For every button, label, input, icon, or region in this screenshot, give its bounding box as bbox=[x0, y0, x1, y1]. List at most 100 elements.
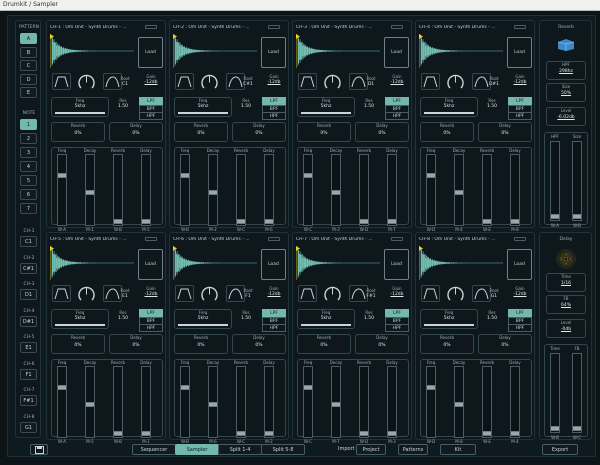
filter-hpf-button[interactable]: HPF bbox=[508, 324, 532, 332]
fader[interactable] bbox=[550, 141, 560, 221]
note-button-3[interactable]: 3 bbox=[20, 147, 37, 158]
channel-note-button[interactable]: D1 bbox=[20, 289, 37, 300]
fader[interactable] bbox=[550, 353, 560, 433]
fader-delay[interactable] bbox=[387, 154, 397, 226]
fader-handle[interactable] bbox=[181, 384, 189, 390]
pattern-button-c[interactable]: C bbox=[20, 60, 37, 71]
fader-decay[interactable] bbox=[454, 366, 464, 438]
channel-note-button[interactable]: E1 bbox=[20, 342, 37, 353]
load-sample-button[interactable]: Load bbox=[261, 37, 286, 68]
fader-handle[interactable] bbox=[483, 431, 491, 436]
envelope-knob[interactable] bbox=[323, 285, 342, 304]
fader-freq[interactable] bbox=[303, 154, 313, 226]
fader-delay[interactable] bbox=[141, 366, 151, 438]
fader-decay[interactable] bbox=[208, 154, 218, 226]
fader-delay[interactable] bbox=[264, 366, 274, 438]
fader-handle[interactable] bbox=[483, 219, 491, 224]
fader-handle[interactable] bbox=[360, 431, 368, 436]
fader-freq[interactable] bbox=[426, 154, 436, 226]
pattern-button-e[interactable]: E bbox=[20, 87, 37, 98]
fader-delay[interactable] bbox=[141, 154, 151, 226]
channel-note-button[interactable]: G1 bbox=[20, 421, 37, 433]
fader-decay[interactable] bbox=[85, 366, 95, 438]
pattern-button-b[interactable]: B bbox=[20, 46, 37, 58]
fader-handle[interactable] bbox=[573, 214, 581, 219]
import-patterns-button[interactable]: Patterns bbox=[398, 444, 428, 455]
filter-hpf-button[interactable]: HPF bbox=[262, 324, 286, 332]
fader-freq[interactable] bbox=[180, 366, 190, 438]
envelope-knob[interactable] bbox=[77, 285, 96, 304]
fader-handle[interactable] bbox=[265, 219, 273, 224]
gain-value[interactable]: -12db bbox=[260, 80, 288, 85]
fader-reverb[interactable] bbox=[359, 154, 369, 226]
import-kit-button[interactable]: Kit bbox=[440, 444, 476, 455]
fader-decay[interactable] bbox=[331, 366, 341, 438]
filter-hpf-button[interactable]: HPF bbox=[262, 112, 286, 120]
envelope-shape-a[interactable] bbox=[52, 285, 71, 302]
waveform-display[interactable] bbox=[296, 34, 381, 68]
note-button-7[interactable]: 7 bbox=[20, 203, 37, 214]
envelope-knob[interactable] bbox=[446, 285, 465, 304]
fader-handle[interactable] bbox=[86, 402, 94, 408]
fader-handle[interactable] bbox=[58, 384, 66, 390]
size-value[interactable]: 50% bbox=[552, 91, 580, 96]
filter-hpf-button[interactable]: HPF bbox=[139, 112, 163, 120]
res-value[interactable]: 1.50 bbox=[109, 104, 137, 109]
freq-slider[interactable] bbox=[178, 324, 228, 326]
pattern-button-d[interactable]: D bbox=[20, 73, 37, 85]
fader[interactable] bbox=[572, 353, 582, 433]
root-value[interactable]: G1 bbox=[480, 294, 508, 299]
tab-sequencer[interactable]: Sequencer bbox=[132, 444, 176, 455]
load-sample-button[interactable]: Load bbox=[138, 249, 163, 280]
fader-handle[interactable] bbox=[511, 219, 519, 224]
waveform-display[interactable] bbox=[173, 34, 258, 68]
channel-note-button[interactable]: F#1 bbox=[20, 395, 37, 406]
fader-handle[interactable] bbox=[360, 219, 368, 224]
root-value[interactable]: D1 bbox=[357, 82, 385, 87]
root-value[interactable]: C#1 bbox=[234, 82, 262, 87]
fader-reverb[interactable] bbox=[236, 366, 246, 438]
fader-handle[interactable] bbox=[237, 219, 245, 224]
res-value[interactable]: 1.50 bbox=[355, 316, 383, 321]
export-button[interactable]: Export bbox=[542, 444, 578, 455]
fader-freq[interactable] bbox=[180, 154, 190, 226]
fader-handle[interactable] bbox=[304, 384, 312, 390]
fader-reverb[interactable] bbox=[113, 154, 123, 226]
channel-note-button[interactable]: C1 bbox=[20, 236, 37, 247]
res-value[interactable]: 1.50 bbox=[232, 104, 260, 109]
filter-hpf-button[interactable]: HPF bbox=[385, 324, 409, 332]
envelope-knob[interactable] bbox=[323, 73, 342, 92]
fader-handle[interactable] bbox=[86, 190, 94, 196]
fader-handle[interactable] bbox=[573, 426, 581, 431]
fader-handle[interactable] bbox=[209, 190, 217, 196]
envelope-shape-a[interactable] bbox=[298, 285, 317, 302]
fader-reverb[interactable] bbox=[113, 366, 123, 438]
fader-handle[interactable] bbox=[388, 431, 396, 436]
envelope-knob[interactable] bbox=[200, 73, 219, 92]
fader-handle[interactable] bbox=[58, 172, 66, 178]
envelope-shape-a[interactable] bbox=[298, 73, 317, 90]
note-button-5[interactable]: 5 bbox=[20, 175, 37, 186]
fader-handle[interactable] bbox=[332, 402, 340, 408]
res-value[interactable]: 1.50 bbox=[355, 104, 383, 109]
fader-decay[interactable] bbox=[331, 154, 341, 226]
freq-slider[interactable] bbox=[424, 112, 474, 114]
fader-freq[interactable] bbox=[426, 366, 436, 438]
tab-split-5-8[interactable]: Split 5-8 bbox=[261, 444, 305, 455]
fader-delay[interactable] bbox=[264, 154, 274, 226]
fader-handle[interactable] bbox=[209, 402, 217, 408]
fader-delay[interactable] bbox=[387, 366, 397, 438]
load-sample-button[interactable]: Load bbox=[384, 37, 409, 68]
res-value[interactable]: 1.50 bbox=[109, 316, 137, 321]
fader-handle[interactable] bbox=[142, 431, 150, 436]
envelope-shape-a[interactable] bbox=[421, 285, 440, 302]
envelope-knob[interactable] bbox=[77, 73, 96, 92]
note-button-2[interactable]: 2 bbox=[20, 133, 37, 144]
import-project-button[interactable]: Project bbox=[356, 444, 386, 455]
filter-hpf-button[interactable]: HPF bbox=[385, 112, 409, 120]
load-sample-button[interactable]: Load bbox=[507, 37, 532, 68]
fader-handle[interactable] bbox=[237, 431, 245, 436]
root-value[interactable]: C1 bbox=[111, 82, 139, 87]
freq-slider[interactable] bbox=[178, 112, 228, 114]
res-value[interactable]: 1.50 bbox=[478, 104, 506, 109]
